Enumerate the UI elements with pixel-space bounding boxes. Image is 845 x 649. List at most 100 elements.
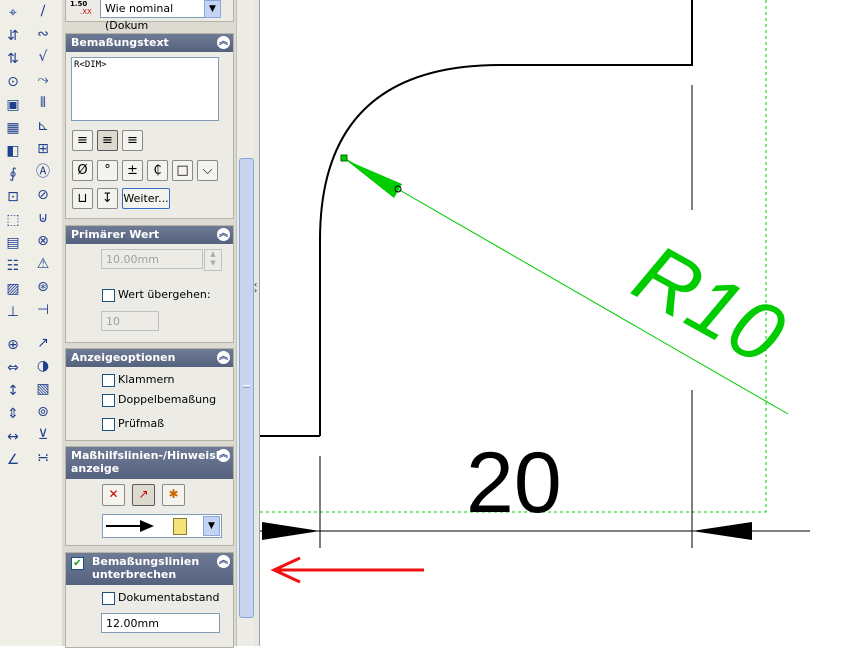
override-value-checkbox[interactable] [102,289,115,302]
more-button[interactable]: Weiter... [122,188,170,209]
dual-dimension-label: Doppelbemaßung [118,393,217,406]
square-symbol-button[interactable]: □ [172,160,193,181]
gap-value-field[interactable]: 12.00mm [101,613,220,633]
note-icon-alt[interactable]: ∺ [34,449,52,467]
centerline-icon-alt[interactable]: ⦀ [34,94,52,112]
balloon-icon-alt[interactable]: ∕ [34,2,52,20]
primary-value-group: Primärer Wert ︽ 10.00mm ▲ ▼ Wert übergehe… [65,225,234,343]
break-lines-header[interactable]: Bemaßungslinien unterbrechen ✔ ︽ [66,553,233,585]
baseline-icon[interactable]: ⇅ [4,50,22,68]
break-lines-checkbox[interactable]: ✔ [71,557,84,570]
align-center-button[interactable]: ≡ [97,130,118,151]
weld-icon-alt[interactable]: ⊞ [34,140,52,158]
geometric-tolerance-icon[interactable]: ⊕ [4,336,22,354]
centerline-icon[interactable]: ☷ [4,257,22,275]
table-icon-alt[interactable]: ⊻ [34,426,52,444]
align-left-button[interactable]: ≡ [72,130,93,151]
degree-symbol-button[interactable]: ° [97,160,118,181]
vertical-dimension-icon-alt[interactable]: ⊗ [34,232,52,250]
area-hatch-icon-alt[interactable]: ⊾ [34,117,52,135]
drawing-canvas[interactable]: 20 R10 [260,0,845,646]
area-hatch-icon[interactable]: ▨ [4,280,22,298]
diameter-symbol-button[interactable]: Ø [72,160,93,181]
dimension-icon-alt[interactable]: ⊣ [34,301,52,319]
ordinate-icon-alt[interactable]: ↗ [34,334,52,352]
weld-icon[interactable]: ⊥ [4,303,22,321]
collapse-icon[interactable]: ︽ [217,449,230,462]
collapse-icon[interactable]: ︽ [217,351,230,364]
table-icon[interactable]: ▦ [4,119,22,137]
text-icon[interactable]: ⊙ [4,73,22,91]
smart-dimension-icon[interactable]: ⇔ [4,359,22,377]
value-spinner: ▲ ▼ [204,249,222,271]
radius-dimension-label[interactable]: R10 [619,226,800,383]
display-options-header[interactable]: Anzeigeoptionen ︽ [66,349,233,367]
selection-handle[interactable] [340,154,348,162]
plus-minus-symbol-button[interactable]: ± [122,160,143,181]
extension-lines-title-1: Maßhilfslinien-/Hinweislii [71,449,228,462]
counterbore-symbol-button[interactable]: ⊔ [72,188,93,209]
linear-dimension-label[interactable]: 20 [466,435,562,531]
chevron-down-icon[interactable]: ▼ [204,0,221,18]
collapse-icon[interactable]: ︽ [217,228,230,241]
dimension-arrow-right [692,522,752,540]
more-symbols-dropdown[interactable]: ⌵ [197,160,218,181]
datum-icon-alt[interactable]: ∾ [34,25,52,43]
precision-dropdown[interactable]: Wie nominal (Dokum [100,0,220,32]
collapse-icon[interactable]: ︽ [217,555,230,568]
datum-icon[interactable]: ⊡ [4,188,22,206]
dimension-icon[interactable]: ⌖ [4,4,22,22]
horizontal-dimension-icon[interactable]: ↕ [4,382,22,400]
balloon-icon[interactable]: ∮ [4,165,22,183]
text-icon-alt[interactable]: ▧ [34,380,52,398]
dimension-text-area[interactable]: R<DIM> [71,57,219,121]
surface-finish-icon-alt[interactable]: ⊚ [34,403,52,421]
scrollbar-thumb[interactable] [239,158,254,618]
part-outline [319,0,693,436]
surface-finish-icon[interactable]: ▣ [4,96,22,114]
override-value-text: 10 [106,315,120,328]
property-manager-scrollbar[interactable] [236,0,255,646]
hole-callout-icon[interactable]: ▤ [4,234,22,252]
collapse-icon[interactable]: ︽ [217,36,230,49]
property-manager: 1.50 .XX Wie nominal (Dokum ▼ Bemaßungst… [62,0,237,648]
dual-dimension-checkbox[interactable] [102,394,115,407]
arrows-smart-button[interactable]: ✱ [162,484,185,506]
arrows-inside-icon: ↗ [138,487,149,501]
geometric-tolerance-icon-alt[interactable]: Ⓐ [34,163,52,181]
depth-symbol-button[interactable]: ↧ [97,188,118,209]
centerline-symbol-button[interactable]: ₵ [147,160,168,181]
align-right-button[interactable]: ≡ [122,130,143,151]
primary-value-header[interactable]: Primärer Wert ︽ [66,226,233,244]
inspection-checkbox[interactable] [102,418,115,431]
hole-callout-icon-alt[interactable]: ⤳ [34,71,52,89]
chevron-down-icon[interactable]: ▼ [203,516,220,536]
primary-value-text: 10.00mm [106,253,159,266]
block-icon[interactable]: ⬚ [4,211,22,229]
baseline-icon-alt[interactable]: ◑ [34,357,52,375]
document-gap-checkbox[interactable] [102,592,115,605]
arrow-style-dropdown[interactable]: ▼ [102,514,222,538]
document-gap-label: Dokumentabstand [118,591,220,604]
vertical-dimension-icon[interactable]: ⇕ [4,405,22,423]
ordinate-icon[interactable]: ⇵ [4,27,22,45]
smart-dimension-icon-alt[interactable]: ⊘ [34,186,52,204]
angle-dimension-icon-alt[interactable]: ⊛ [34,278,52,296]
chain-dimension-icon-alt[interactable]: ⚠ [34,255,52,273]
chevron-down-icon: ⌵ [202,163,213,178]
inspection-label: Prüfmaß [118,417,165,430]
block-icon-alt[interactable]: √ [34,48,52,66]
angle-dimension-icon[interactable]: ∠ [4,451,22,469]
dimension-arrow-left [262,522,320,540]
arrows-inside-button[interactable]: ↗ [132,484,155,506]
break-lines-group: Bemaßungslinien unterbrechen ✔ ︽ Dokumen… [65,552,234,648]
note-icon[interactable]: ◧ [4,142,22,160]
extension-lines-header[interactable]: Maßhilfslinien-/Hinweislii anzeige ︽ [66,447,233,479]
dimension-text-group: Bemaßungstext ︽ R<DIM> ≡ ≡ ≡ Ø ° ± ₵ □ ⌵… [65,33,234,219]
parentheses-checkbox[interactable] [102,374,115,387]
horizontal-dimension-icon-alt[interactable]: ⊍ [34,209,52,227]
dimension-text-header[interactable]: Bemaßungstext ︽ [66,34,233,52]
chain-dimension-icon[interactable]: ↔ [4,428,22,446]
arrows-outside-button[interactable]: ✕ [102,484,125,506]
arrows-outside-icon: ✕ [108,487,119,501]
